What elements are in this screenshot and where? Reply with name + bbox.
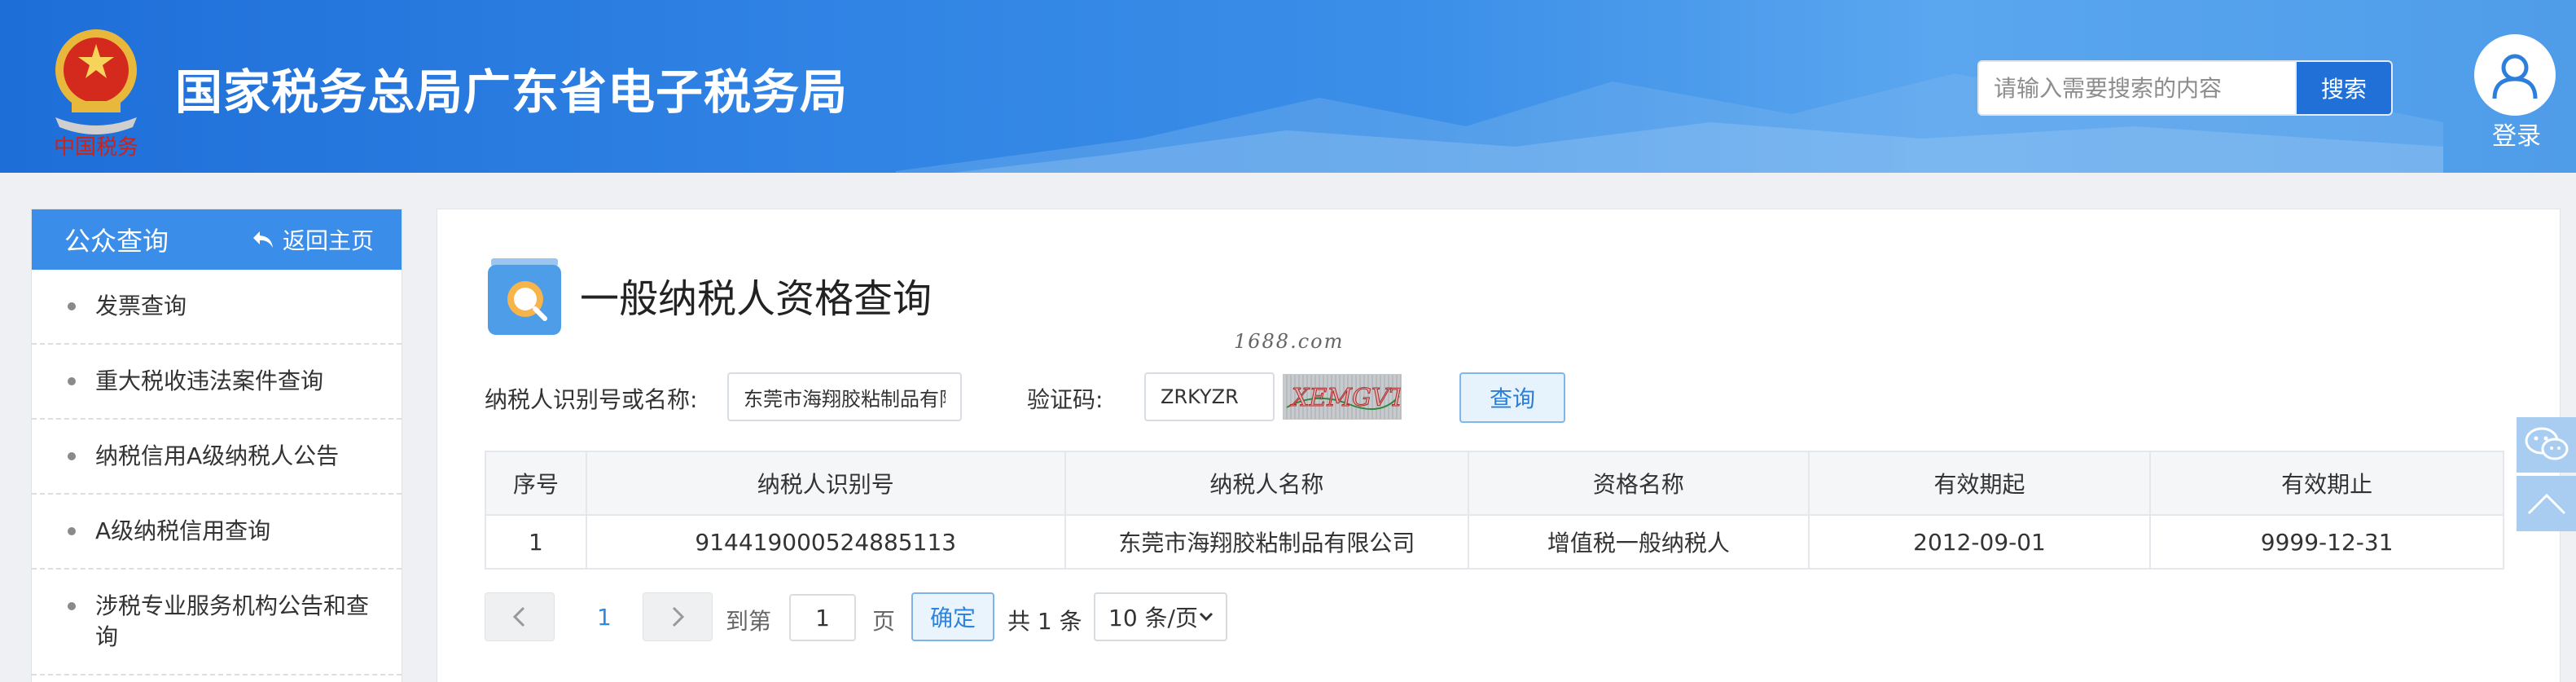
col-header-taxpayer-name: 纳税人名称 <box>1064 451 1470 516</box>
sidebar-item-invoice-query[interactable]: 发票查询 <box>32 270 402 345</box>
chevron-down-icon <box>1199 612 1213 622</box>
page-size-value: 10 条/页 <box>1108 605 1198 631</box>
col-header-taxpayer-id: 纳税人识别号 <box>585 451 1066 516</box>
captcha-label: 验证码: <box>1027 386 1104 413</box>
sidebar: 公众查询 返回主页 发票查询 重大税收违法案件查询 纳税信用A级纳税人公告 A级… <box>31 209 402 682</box>
back-to-top-button[interactable] <box>2517 476 2576 531</box>
goto-page-input[interactable] <box>789 594 856 641</box>
page-number-current[interactable]: 1 <box>597 604 612 631</box>
bullet-icon <box>68 452 76 460</box>
wechat-float-button[interactable] <box>2517 417 2576 473</box>
user-avatar[interactable] <box>2474 34 2556 116</box>
site-header: 中国税务 国家税务总局广东省电子税务局 搜索 登录 <box>0 0 2576 173</box>
cell-taxpayer-id: 914419000524885113 <box>585 514 1066 570</box>
search-document-icon <box>488 258 561 335</box>
search-input[interactable] <box>1977 60 2295 116</box>
back-arrow-icon <box>252 231 273 248</box>
sidebar-title: 公众查询 <box>64 226 169 257</box>
watermark: 1688.com <box>1234 330 1345 353</box>
col-header-qualification: 资格名称 <box>1468 451 1810 516</box>
chevron-up-icon <box>2527 493 2565 515</box>
sidebar-item-label: 纳税信用A级纳税人公告 <box>95 442 340 469</box>
user-icon <box>2492 54 2538 99</box>
captcha-text: XEMGVT <box>1290 384 1402 412</box>
cell-taxpayer-name: 东莞市海翔胶粘制品有限公司 <box>1064 514 1470 570</box>
taxpayer-input[interactable] <box>727 372 962 421</box>
prev-page-button[interactable] <box>485 592 555 641</box>
tax-emblem-logo: 中国税务 <box>39 20 153 160</box>
wechat-icon <box>2525 427 2568 460</box>
login-link[interactable]: 登录 <box>2484 116 2549 152</box>
site-title: 国家税务总局广东省电子税务局 <box>175 64 849 120</box>
sidebar-item-label: A级纳税信用查询 <box>95 517 271 544</box>
back-home-link[interactable]: 返回主页 <box>252 223 374 256</box>
sidebar-item-a-level-announcement[interactable]: 纳税信用A级纳税人公告 <box>32 420 402 495</box>
query-button[interactable]: 查询 <box>1459 372 1565 423</box>
bullet-icon <box>68 377 76 385</box>
sidebar-item-label: 重大税收违法案件查询 <box>95 367 324 394</box>
next-page-button[interactable] <box>643 592 713 641</box>
search-button[interactable]: 搜索 <box>2295 60 2393 116</box>
chevron-right-icon <box>672 606 685 627</box>
sidebar-list: 发票查询 重大税收违法案件查询 纳税信用A级纳税人公告 A级纳税信用查询 涉税专… <box>32 270 402 675</box>
page-unit-label: 页 <box>872 608 896 635</box>
bullet-icon <box>68 527 76 535</box>
cell-valid-from: 2012-09-01 <box>1807 514 2152 570</box>
captcha-image[interactable]: XEMGVT <box>1283 374 1402 420</box>
sidebar-header: 公众查询 返回主页 <box>32 209 402 270</box>
main-panel: 一般纳税人资格查询 1688.com 纳税人识别号或名称: 验证码: XEMGV… <box>437 209 2561 682</box>
col-header-valid-to: 有效期止 <box>2149 451 2504 516</box>
col-header-valid-from: 有效期起 <box>1807 451 2152 516</box>
bullet-icon <box>68 602 76 610</box>
sidebar-item-tax-violation-query[interactable]: 重大税收违法案件查询 <box>32 345 402 420</box>
goto-confirm-button[interactable]: 确定 <box>911 592 994 641</box>
cell-valid-to: 9999-12-31 <box>2149 514 2504 570</box>
logo-caption: 中国税务 <box>54 135 138 158</box>
sidebar-item-a-level-credit-query[interactable]: A级纳税信用查询 <box>32 495 402 570</box>
bullet-icon <box>68 302 76 310</box>
taxpayer-label: 纳税人识别号或名称: <box>485 386 698 413</box>
page-size-select[interactable]: 10 条/页 <box>1094 592 1227 641</box>
back-home-label: 返回主页 <box>282 227 374 254</box>
captcha-input[interactable] <box>1144 372 1275 421</box>
cell-qualification: 增值税一般纳税人 <box>1468 514 1810 570</box>
total-count: 共 1 条 <box>1007 608 1082 635</box>
sidebar-item-service-agency[interactable]: 涉税专业服务机构公告和查询 <box>32 570 402 675</box>
goto-label: 到第 <box>726 608 772 635</box>
col-header-index: 序号 <box>485 451 587 516</box>
table-header-row: 序号 纳税人识别号 纳税人名称 资格名称 有效期起 有效期止 <box>485 451 2504 516</box>
result-table: 序号 纳税人识别号 纳税人名称 资格名称 有效期起 有效期止 1 9144190… <box>485 451 2504 570</box>
page-title: 一般纳税人资格查询 <box>580 276 933 322</box>
sidebar-item-label: 涉税专业服务机构公告和查询 <box>95 592 370 650</box>
sidebar-item-label: 发票查询 <box>95 293 187 319</box>
cell-index: 1 <box>485 514 587 570</box>
table-row: 1 914419000524885113 东莞市海翔胶粘制品有限公司 增值税一般… <box>485 514 2504 570</box>
chevron-left-icon <box>512 606 525 627</box>
